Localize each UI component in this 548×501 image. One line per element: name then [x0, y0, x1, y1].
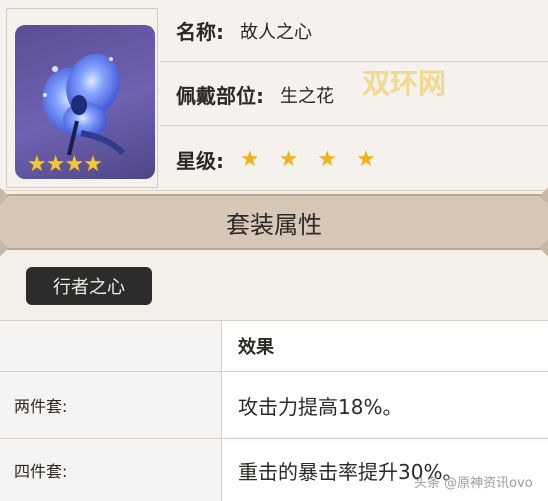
- rarity-stars: ★ ★ ★ ★: [240, 146, 382, 172]
- artifact-info-panel: ★★★★ 名称: 故人之心 佩戴部位: 生之花 星级: ★ ★ ★ ★ 双环网: [0, 0, 548, 191]
- table-header-empty-cell: [0, 321, 222, 371]
- effect-header: 效果: [222, 321, 548, 371]
- slot-value: 生之花: [280, 85, 334, 107]
- watermark-bottom: 头条 @原神资讯ovo: [414, 476, 533, 491]
- rarity-label: 星级:: [176, 148, 224, 173]
- set-header: 套装属性: [0, 187, 548, 257]
- table-row: 四件套: 重击的暴击率提升30%。: [0, 438, 548, 501]
- artifact-icon-frame: ★★★★: [6, 8, 158, 188]
- two-piece-effect: 攻击力提高18%。: [222, 372, 548, 438]
- icon-rarity-stars: ★★★★: [27, 152, 103, 177]
- name-row: 名称: 故人之心: [160, 0, 548, 62]
- set-header-title: 套装属性: [226, 210, 322, 239]
- table-header-row: 效果: [0, 320, 548, 371]
- rarity-row: 星级: ★ ★ ★ ★: [160, 128, 548, 190]
- set-name-tag[interactable]: 行者之心: [26, 267, 152, 305]
- table-row: 两件套: 攻击力提高18%。: [0, 371, 548, 438]
- two-piece-label: 两件套:: [0, 372, 222, 438]
- four-piece-effect: 重击的暴击率提升30%。: [222, 439, 548, 501]
- artifact-detail-page: ★★★★ 名称: 故人之心 佩戴部位: 生之花 星级: ★ ★ ★ ★ 双环网 …: [0, 0, 548, 501]
- slot-row: 佩戴部位: 生之花: [160, 64, 548, 126]
- watermark-top: 双环网: [362, 67, 447, 100]
- header-corner-decoration: [0, 239, 9, 257]
- name-label: 名称:: [176, 20, 224, 44]
- header-corner-decoration: [539, 239, 548, 257]
- name-value: 故人之心: [240, 21, 312, 43]
- four-piece-label: 四件套:: [0, 439, 222, 501]
- slot-label: 佩戴部位:: [176, 84, 264, 108]
